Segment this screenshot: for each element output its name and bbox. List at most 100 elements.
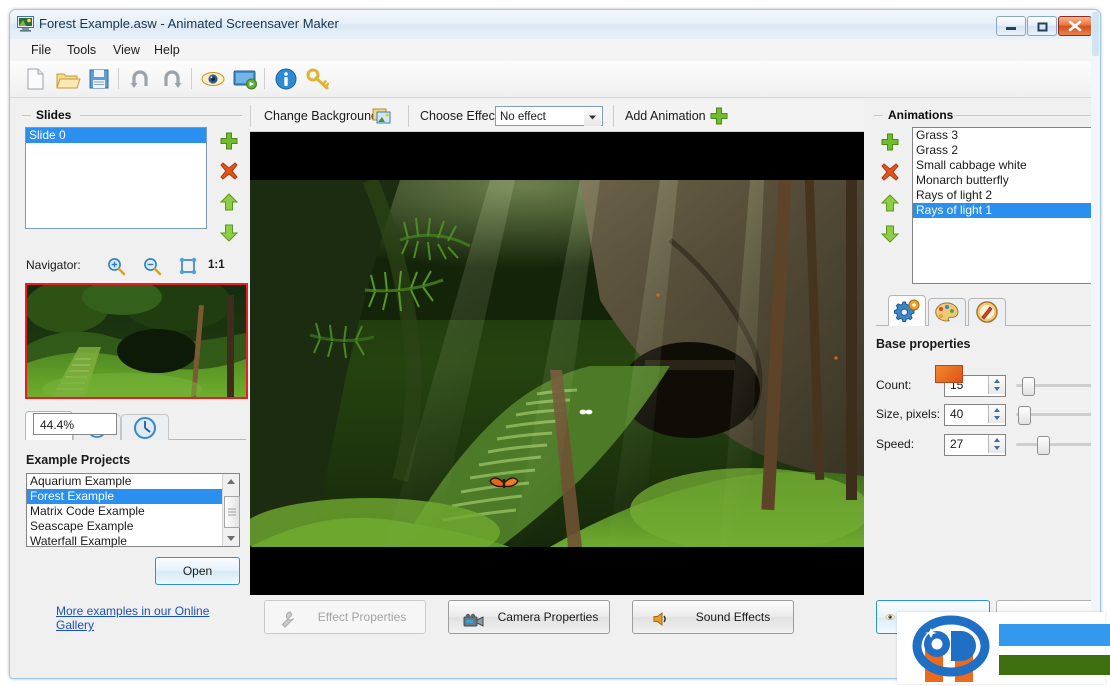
list-item[interactable]: Aquarium Example (27, 474, 239, 489)
list-item[interactable]: Seascape Example (27, 519, 239, 534)
key-icon[interactable] (304, 65, 332, 93)
add-slide-button[interactable] (218, 130, 240, 152)
tab-base-properties[interactable] (888, 295, 926, 326)
scroll-up-arrow-icon[interactable] (223, 474, 239, 489)
tab-motion-properties[interactable] (968, 298, 1006, 326)
effect-select[interactable]: No effect (495, 106, 603, 126)
count-label: Count: (876, 378, 911, 392)
navigator-thumbnail[interactable] (25, 283, 248, 399)
list-item[interactable]: Small cabbage white (913, 158, 1095, 173)
preview-eye-icon[interactable] (199, 65, 227, 93)
wrench-icon (279, 608, 297, 626)
minimize-button[interactable] (996, 16, 1026, 36)
count-slider-handle[interactable] (1022, 377, 1035, 396)
close-button[interactable] (1058, 16, 1092, 36)
list-item[interactable]: Forest Example (27, 489, 239, 504)
base-properties-title: Base properties (876, 337, 970, 351)
chevron-down-icon[interactable] (584, 108, 601, 126)
add-animation-button[interactable] (879, 131, 901, 153)
speed-label: Speed: (876, 437, 914, 451)
navigator-label: Navigator: (26, 258, 81, 272)
move-slide-down-button[interactable] (218, 222, 240, 244)
tab-color-properties[interactable] (928, 298, 966, 326)
menu-view[interactable]: View (106, 42, 147, 58)
size-value: 40 (950, 407, 963, 421)
example-projects-title: Example Projects (26, 453, 130, 467)
canvas-toolbar: Change Background Choose Effect: No effe… (250, 101, 864, 132)
navigator-row: Navigator: 1:1 (26, 256, 246, 276)
slide-background-image (250, 180, 864, 547)
menu-file[interactable]: File (24, 42, 58, 58)
list-item[interactable]: Slide 0 (26, 128, 206, 143)
size-spinner[interactable]: 40 (944, 404, 1006, 426)
list-item[interactable]: Rays of light 2 (913, 188, 1095, 203)
watermark-bar-green (999, 655, 1110, 675)
undo-arrow-icon[interactable] (126, 65, 154, 93)
zoom-in-icon[interactable] (106, 256, 126, 276)
install-screen-icon[interactable] (231, 65, 259, 93)
example-list-scrollbar[interactable] (222, 474, 239, 546)
effect-properties-button[interactable]: Effect Properties (264, 600, 426, 634)
id-circle-logo (903, 614, 999, 682)
speed-slider[interactable] (1016, 443, 1094, 446)
speed-slider-handle[interactable] (1037, 436, 1050, 455)
property-tab-strip (876, 295, 1094, 326)
scroll-down-arrow-icon[interactable] (223, 531, 239, 546)
animations-list[interactable]: Grass 3 Grass 2 Small cabbage white Mona… (912, 127, 1096, 284)
example-projects-list[interactable]: Aquarium Example Forest Example Matrix C… (26, 473, 240, 547)
drag-cursor-chip (935, 365, 963, 383)
speed-value: 27 (950, 437, 963, 451)
size-slider-handle[interactable] (1018, 406, 1031, 425)
animations-group-title: Animations (888, 108, 953, 122)
size-stepper[interactable] (988, 405, 1005, 423)
delete-slide-button[interactable] (218, 160, 240, 182)
window-scrollbar-thumb[interactable] (1092, 12, 1099, 56)
move-animation-down-button[interactable] (879, 223, 901, 245)
move-slide-up-button[interactable] (218, 191, 240, 213)
size-slider[interactable] (1016, 413, 1094, 416)
count-stepper[interactable] (988, 376, 1005, 394)
add-animation-button[interactable]: Add Animation (625, 109, 706, 123)
move-animation-up-button[interactable] (879, 192, 901, 214)
scrollbar-thumb[interactable] (224, 496, 240, 528)
list-item[interactable]: Grass 2 (913, 143, 1095, 158)
choose-effect-label: Choose Effect: (420, 109, 502, 123)
change-background-button[interactable]: Change Background (264, 109, 378, 123)
tab-clock-large[interactable] (121, 414, 169, 440)
count-property-row: Count: 15 (876, 375, 1094, 397)
maximize-button[interactable] (1027, 16, 1057, 36)
new-file-icon[interactable] (21, 65, 49, 93)
camera-properties-button[interactable]: Camera Properties (448, 600, 610, 634)
list-item[interactable]: Monarch butterfly (913, 173, 1095, 188)
fit-to-window-icon[interactable] (178, 256, 198, 276)
speed-stepper[interactable] (988, 435, 1005, 453)
count-slider[interactable] (1016, 384, 1094, 387)
open-button[interactable]: Open (155, 557, 240, 585)
delete-animation-button[interactable] (879, 161, 901, 183)
menu-help[interactable]: Help (147, 42, 187, 58)
info-icon[interactable] (272, 65, 300, 93)
list-item[interactable]: Rays of light 1 (913, 203, 1095, 218)
save-floppy-icon[interactable] (85, 65, 113, 93)
redo-arrow-icon[interactable] (158, 65, 186, 93)
slides-list[interactable]: Slide 0 (25, 127, 207, 229)
speed-spinner[interactable]: 27 (944, 434, 1006, 456)
application-window: Forest Example.asw - Animated Screensave… (9, 9, 1101, 679)
sound-effects-label: Sound Effects (679, 601, 787, 633)
size-property-row: Size, pixels: 40 (876, 404, 1094, 426)
window-scrollbar[interactable] (1091, 10, 1100, 678)
preview-canvas[interactable] (250, 132, 864, 595)
window-title: Forest Example.asw - Animated Screensave… (39, 16, 339, 31)
list-item[interactable]: Waterfall Example (27, 534, 239, 549)
list-item[interactable]: Matrix Code Example (27, 504, 239, 519)
open-folder-icon[interactable] (53, 65, 81, 93)
image-swap-icon[interactable] (372, 106, 392, 126)
online-gallery-link[interactable]: More examples in our Online Gallery (56, 604, 246, 632)
menu-tools[interactable]: Tools (60, 42, 103, 58)
plus-icon[interactable] (709, 106, 729, 126)
effect-properties-label: Effect Properties (307, 601, 417, 633)
list-item[interactable]: Grass 3 (913, 128, 1095, 143)
sound-effects-button[interactable]: Sound Effects (632, 600, 794, 634)
zoom-out-icon[interactable] (142, 256, 162, 276)
zoom-tooltip: 44.4% (33, 413, 117, 435)
